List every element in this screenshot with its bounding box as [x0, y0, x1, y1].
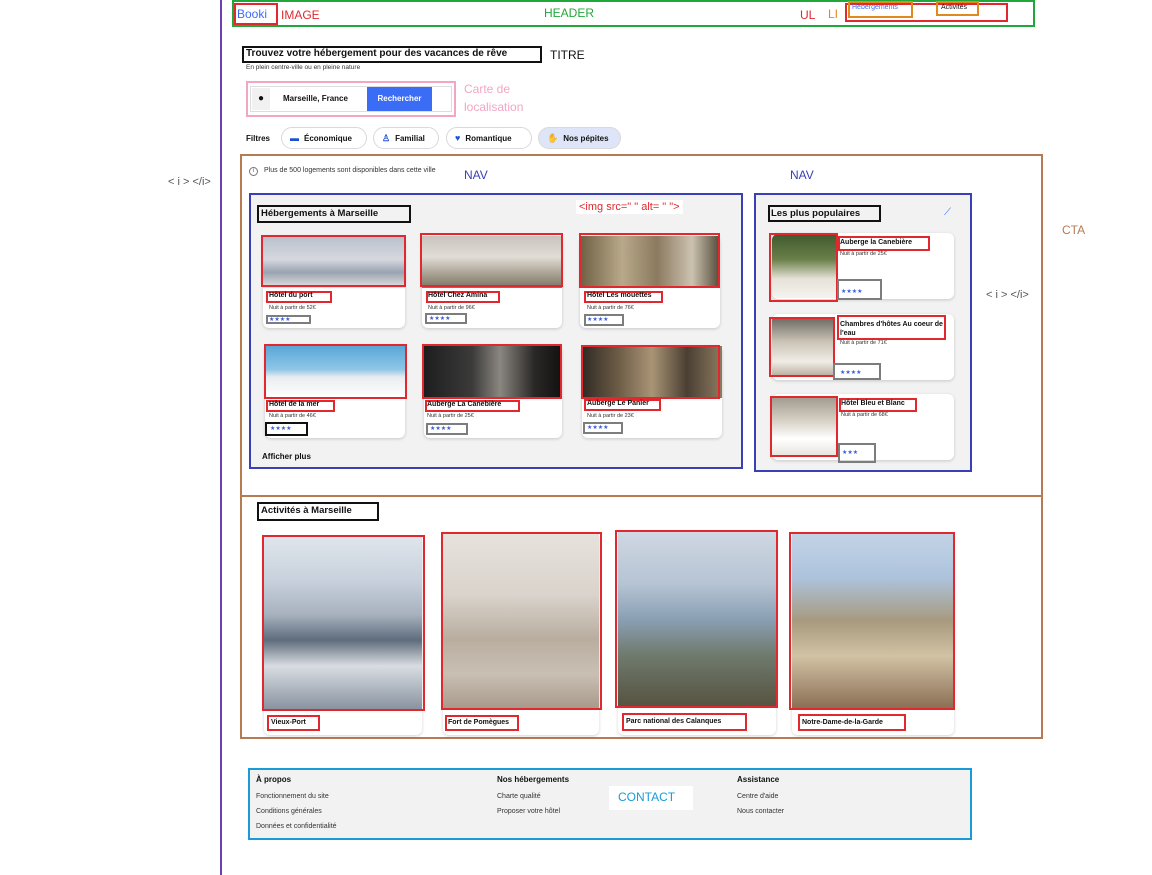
annotation-nav-right: NAV: [790, 168, 814, 182]
footer-col-title: À propos: [256, 775, 292, 784]
nav-item-hebergements[interactable]: Hébergements: [852, 4, 898, 11]
activite-title: Fort de Pomègues: [448, 719, 510, 726]
money-icon: ▬: [290, 133, 299, 143]
card-title: Auberge Le Panier: [587, 400, 649, 407]
annotation-img-tag: <img src=" " alt= " ">: [576, 200, 683, 214]
footer-link[interactable]: Données et confidentialité: [256, 823, 337, 830]
filter-economique[interactable]: ▬ Économique: [281, 127, 367, 149]
card-title: Hôtel Les mouettes: [587, 292, 652, 299]
card-title: Chambres d'hôtes Au coeur de l'eau: [840, 321, 943, 337]
filter-pepites[interactable]: ✋ Nos pépites: [538, 127, 621, 149]
annotation-image: IMAGE: [281, 8, 320, 22]
activites-title: Activités à Marseille: [261, 505, 352, 516]
footer-col-hebergements: Nos hébergements Charte qualité Proposer…: [497, 775, 569, 823]
annotation-li: LI: [828, 7, 839, 21]
footer-col-title: Nos hébergements: [497, 775, 570, 784]
filter-familial[interactable]: ♙ Familial: [373, 127, 439, 149]
footer-link[interactable]: Proposer votre hôtel: [497, 808, 569, 815]
img-box: [264, 344, 407, 399]
img-box: [769, 317, 835, 377]
hebergements-title: Hébergements à Marseille: [261, 208, 379, 219]
card-price: Nuit à partir de 76€: [587, 305, 634, 311]
info-icon: i: [249, 167, 258, 176]
annotation-ul: UL: [800, 8, 816, 22]
heart-icon: ♥: [455, 133, 461, 143]
page-guide-line: [220, 0, 222, 875]
card-price: Nuit à partir de 25€: [427, 413, 474, 419]
card-title: Hôtel du port: [269, 292, 313, 299]
footer-link[interactable]: Conditions générales: [256, 808, 337, 815]
rating-stars: ★★★★: [269, 317, 291, 323]
footer-col-apropos: À propos Fonctionnement du site Conditio…: [256, 775, 337, 838]
footer-col-title: Assistance: [737, 775, 780, 784]
card-title: Hôtel Bleu et Blanc: [841, 400, 905, 407]
filters-label: Filtres: [246, 134, 271, 143]
card-price: Nuit à partir de 71€: [840, 340, 887, 346]
rating-stars: ★★★★: [587, 425, 609, 431]
card-price: Nuit à partir de 46€: [269, 413, 316, 419]
rating-stars: ★★★★: [429, 316, 451, 322]
page-subtitle: En plein centre-ville ou en pleine natur…: [246, 64, 361, 71]
footer-col-assistance: Assistance Centre d'aide Nous contacter: [737, 775, 784, 823]
card-title: Auberge la Canebière: [840, 239, 912, 246]
card-price: Nuit à partir de 96€: [428, 305, 475, 311]
footer-link[interactable]: Centre d'aide: [737, 793, 784, 800]
footer-link[interactable]: Nous contacter: [737, 808, 784, 815]
img-box: [789, 532, 955, 710]
rating-stars: ★★★★: [587, 317, 609, 323]
card-title: Hôtel de la mer: [269, 401, 320, 408]
annotation-contact: CONTACT: [618, 790, 676, 804]
img-box: [615, 530, 778, 708]
img-box: [441, 532, 602, 710]
rating-stars: ★★★★: [841, 289, 863, 295]
activite-title: Notre-Dame-de-la-Garde: [802, 719, 883, 726]
search-button[interactable]: Rechercher: [367, 87, 432, 111]
search-input[interactable]: Marseille, France: [283, 94, 348, 103]
annotation-icon-left: < i > </i>: [168, 176, 211, 188]
activite-title: Parc national des Calanques: [626, 718, 722, 725]
hand-icon: ✋: [547, 132, 559, 143]
img-box: [581, 345, 720, 399]
img-box: [422, 344, 562, 399]
rating-stars: ★★★: [842, 450, 859, 456]
trending-icon: ⟋: [944, 207, 951, 218]
rating-stars: ★★★★: [430, 426, 452, 432]
annotation-icon-right: < i > </i>: [986, 289, 1029, 301]
annotation-titre: TITRE: [550, 48, 585, 62]
img-box: [262, 535, 425, 711]
card-price: Nuit à partir de 68€: [841, 412, 888, 418]
annotation-nav-left: NAV: [464, 168, 488, 182]
img-box: [261, 235, 406, 287]
annotation-carte: Carte de localisation: [464, 82, 524, 114]
logo[interactable]: Booki: [237, 7, 267, 21]
card-price: Nuit à partir de 23€: [587, 413, 634, 419]
page-title: Trouvez votre hébergement pour des vacan…: [246, 48, 508, 59]
card-title: Hôtel Chez Amina: [428, 292, 488, 299]
person-icon: ♙: [382, 132, 391, 143]
location-pin-icon: ●: [252, 88, 270, 110]
footer-link[interactable]: Charte qualité: [497, 793, 569, 800]
card-title: Auberge La Canebière: [427, 401, 502, 408]
card-price: Nuit à partir de 52€: [269, 305, 316, 311]
img-box: [579, 233, 720, 288]
nav-item-activites[interactable]: Activités: [941, 4, 967, 11]
annotation-cta: CTA: [1062, 223, 1086, 237]
img-box: [770, 396, 838, 457]
cta-divider: [240, 495, 1043, 497]
img-box: [420, 233, 563, 287]
populaires-title: Les plus populaires: [771, 208, 861, 219]
info-text: Plus de 500 logements sont disponibles d…: [264, 167, 436, 174]
img-box: [769, 233, 838, 302]
rating-stars: ★★★★: [270, 426, 292, 432]
card-price: Nuit à partir de 25€: [840, 251, 887, 257]
rating-stars: ★★★★: [840, 370, 862, 376]
show-more-link[interactable]: Afficher plus: [262, 452, 311, 461]
activite-title: Vieux-Port: [271, 719, 306, 726]
annotation-header: HEADER: [544, 6, 595, 20]
filter-romantique[interactable]: ♥ Romantique: [446, 127, 532, 149]
footer-link[interactable]: Fonctionnement du site: [256, 793, 337, 800]
